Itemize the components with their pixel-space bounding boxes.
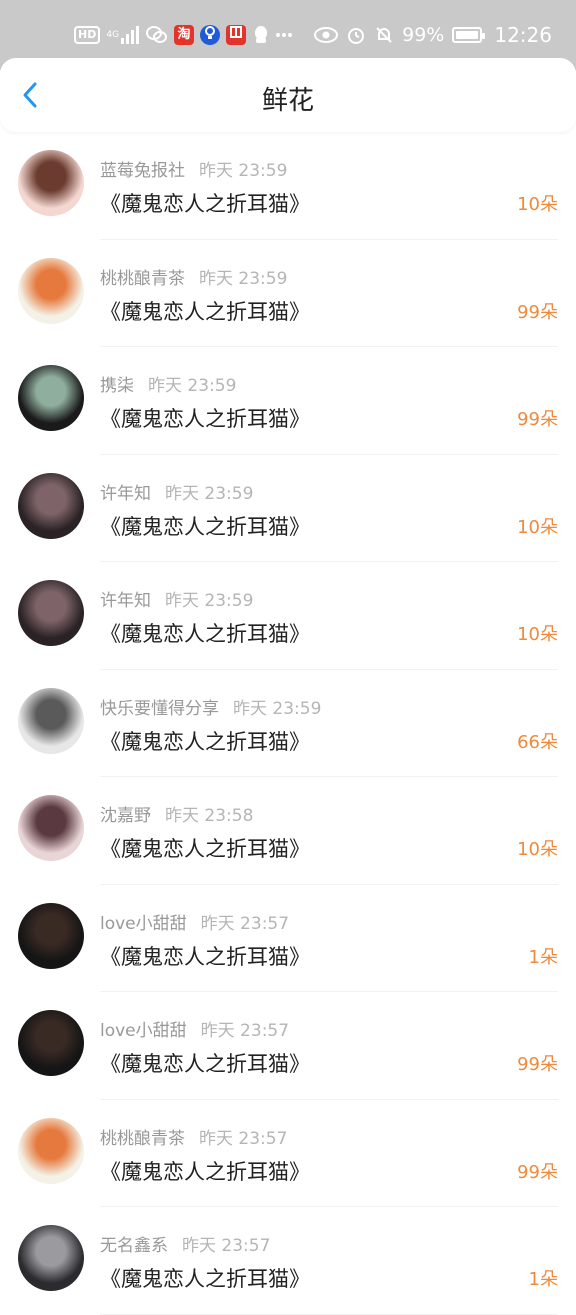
- gift-time: 昨天 23:57: [199, 1128, 288, 1149]
- flower-amount: 99朵: [517, 409, 558, 430]
- avatar[interactable]: [18, 687, 84, 754]
- list-item[interactable]: 携柒 昨天 23:59 《魔鬼恋人之折耳猫》 99朵: [0, 347, 576, 455]
- avatar[interactable]: [18, 1117, 84, 1184]
- list-item[interactable]: 无名鑫系 昨天 23:57 《魔鬼恋人之折耳猫》 1朵: [0, 1207, 576, 1315]
- user-name[interactable]: 许年知: [100, 484, 151, 504]
- flower-amount: 10朵: [517, 516, 558, 538]
- book-title: 《魔鬼恋人之折耳猫》: [100, 407, 310, 431]
- flower-amount: 66朵: [517, 731, 558, 753]
- hd-badge: HD: [74, 26, 101, 44]
- avatar[interactable]: [18, 902, 84, 969]
- flower-amount: 10朵: [517, 839, 558, 860]
- flower-amount: 99朵: [517, 1054, 558, 1075]
- taobao-icon: 淘: [174, 25, 195, 45]
- book-title: 《魔鬼恋人之折耳猫》: [100, 622, 310, 646]
- list-item[interactable]: 许年知 昨天 23:59 《魔鬼恋人之折耳猫》 10朵: [0, 562, 576, 670]
- book-title: 《魔鬼恋人之折耳猫》: [100, 944, 310, 969]
- divider: [100, 1313, 558, 1315]
- user-name[interactable]: 桃桃酿青茶: [100, 1129, 185, 1149]
- status-bar-left: HD 4G 淘: [74, 22, 293, 48]
- wechat-icon: [146, 25, 168, 45]
- gift-time: 昨天 23:59: [148, 376, 237, 396]
- book-title: 《魔鬼恋人之折耳猫》: [100, 837, 310, 861]
- flower-amount: 99朵: [517, 1161, 558, 1183]
- book-title: 《魔鬼恋人之折耳猫》: [100, 514, 310, 539]
- signal-icon: 4G: [106, 26, 140, 44]
- avatar[interactable]: [18, 580, 84, 646]
- flower-amount: 1朵: [528, 1269, 558, 1290]
- flower-amount: 1朵: [528, 946, 558, 968]
- list-item[interactable]: 蓝莓兔报社 昨天 23:59 《魔鬼恋人之折耳猫》 10朵: [0, 132, 576, 240]
- list-item[interactable]: 桃桃酿青茶 昨天 23:59 《魔鬼恋人之折耳猫》 99朵: [0, 240, 576, 347]
- item-meta: 携柒 昨天 23:59: [100, 371, 236, 396]
- user-name[interactable]: love小甜甜: [100, 1021, 187, 1041]
- flower-amount: 10朵: [517, 624, 558, 645]
- mute-icon: [374, 25, 394, 45]
- battery-percent: 99%: [402, 24, 445, 46]
- gift-time: 昨天 23:59: [165, 483, 254, 504]
- gift-time: 昨天 23:58: [165, 806, 254, 826]
- item-meta: 桃桃酿青茶 昨天 23:59: [100, 264, 287, 289]
- list-item[interactable]: 桃桃酿青茶 昨天 23:57 《魔鬼恋人之折耳猫》 99朵: [0, 1100, 576, 1207]
- avatar[interactable]: [18, 150, 84, 216]
- gift-time: 昨天 23:57: [182, 1236, 271, 1256]
- user-name[interactable]: love小甜甜: [100, 914, 187, 934]
- gift-time: 昨天 23:57: [200, 913, 290, 934]
- item-meta: 无名鑫系 昨天 23:57: [100, 1231, 270, 1256]
- item-meta: 快乐要懂得分享 昨天 23:59: [100, 694, 321, 719]
- user-name[interactable]: 沈嘉野: [100, 806, 151, 826]
- user-name[interactable]: 携柒: [100, 376, 134, 396]
- eye-icon: [314, 27, 339, 43]
- status-bar-right: 99% 12:26: [314, 22, 552, 48]
- header: 鲜花: [0, 58, 576, 132]
- book-app-icon: [226, 25, 247, 45]
- avatar[interactable]: [18, 257, 84, 324]
- gift-time: 昨天 23:59: [233, 698, 322, 719]
- qq-icon: [252, 25, 270, 45]
- avatar[interactable]: [18, 472, 84, 539]
- book-title: 《魔鬼恋人之折耳猫》: [100, 192, 310, 216]
- bulb-icon: [200, 25, 221, 45]
- list-item[interactable]: love小甜甜 昨天 23:57 《魔鬼恋人之折耳猫》 1朵: [0, 885, 576, 992]
- avatar[interactable]: [18, 1225, 84, 1291]
- flower-gift-list: 蓝莓兔报社 昨天 23:59 《魔鬼恋人之折耳猫》 10朵 桃桃酿青茶 昨天 23:…: [0, 132, 576, 1315]
- user-name[interactable]: 快乐要懂得分享: [100, 699, 219, 719]
- avatar[interactable]: [18, 1010, 84, 1076]
- user-name[interactable]: 桃桃酿青茶: [100, 269, 185, 289]
- item-meta: 蓝莓兔报社 昨天 23:59: [100, 156, 287, 181]
- list-item[interactable]: love小甜甜 昨天 23:57 《魔鬼恋人之折耳猫》 99朵: [0, 992, 576, 1100]
- alarm-icon: [346, 25, 366, 45]
- more-icon: [276, 32, 293, 38]
- battery-icon: [452, 27, 486, 43]
- book-title: 《魔鬼恋人之折耳猫》: [100, 1052, 310, 1076]
- flower-amount: 99朵: [517, 301, 558, 323]
- list-item[interactable]: 许年知 昨天 23:59 《魔鬼恋人之折耳猫》 10朵: [0, 455, 576, 562]
- page-title: 鲜花: [261, 86, 314, 116]
- item-meta: 桃桃酿青茶 昨天 23:57: [100, 1124, 287, 1149]
- avatar[interactable]: [18, 795, 84, 861]
- item-meta: love小甜甜 昨天 23:57: [100, 909, 289, 934]
- user-name[interactable]: 无名鑫系: [100, 1236, 168, 1256]
- clock: 12:26: [494, 23, 552, 47]
- gift-time: 昨天 23:59: [165, 591, 254, 611]
- book-title: 《魔鬼恋人之折耳猫》: [100, 299, 310, 324]
- network-label: 4G: [106, 30, 120, 40]
- book-title: 《魔鬼恋人之折耳猫》: [100, 729, 310, 754]
- gift-time: 昨天 23:59: [199, 161, 288, 181]
- flower-amount: 10朵: [517, 194, 558, 215]
- list-item[interactable]: 快乐要懂得分享 昨天 23:59 《魔鬼恋人之折耳猫》 66朵: [0, 670, 576, 777]
- item-meta: 沈嘉野 昨天 23:58: [100, 801, 253, 826]
- book-title: 《魔鬼恋人之折耳猫》: [100, 1159, 310, 1184]
- gift-time: 昨天 23:57: [200, 1021, 290, 1041]
- item-meta: 许年知 昨天 23:59: [100, 479, 253, 504]
- gift-time: 昨天 23:59: [199, 268, 288, 289]
- avatar[interactable]: [18, 365, 84, 431]
- book-title: 《魔鬼恋人之折耳猫》: [100, 1267, 310, 1291]
- item-meta: 许年知 昨天 23:59: [100, 586, 253, 611]
- user-name[interactable]: 蓝莓兔报社: [100, 161, 185, 181]
- list-item[interactable]: 沈嘉野 昨天 23:58 《魔鬼恋人之折耳猫》 10朵: [0, 777, 576, 885]
- user-name[interactable]: 许年知: [100, 591, 151, 611]
- item-meta: love小甜甜 昨天 23:57: [100, 1016, 289, 1041]
